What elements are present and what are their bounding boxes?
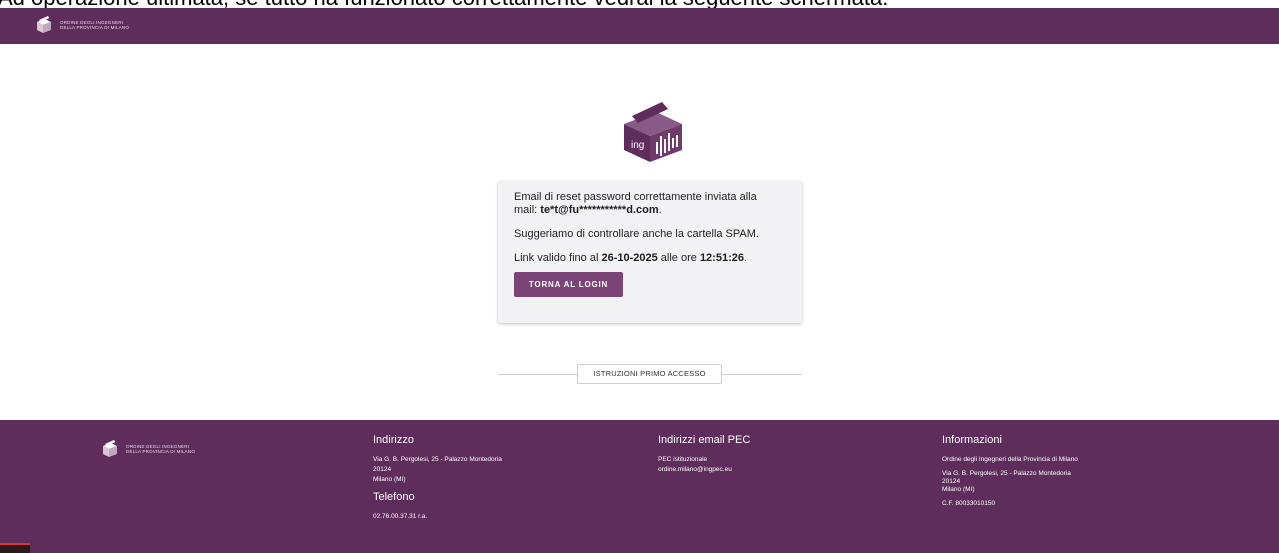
first-access-instructions-button[interactable]: ISTRUZIONI PRIMO ACCESSO — [577, 364, 722, 384]
address-street: Via G. B. Pergolesi, 25 - Palazzo Monted… — [373, 456, 502, 463]
ing-logo-icon — [37, 16, 51, 33]
footer-address-column: Indirizzo Via G. B. Pergolesi, 25 - Pala… — [373, 434, 502, 522]
info-title: Informazioni — [942, 434, 1002, 446]
address-city: Milano (MI) — [373, 476, 406, 483]
phone-title: Telefono — [373, 491, 415, 503]
footer-pec-column: Indirizzi email PEC PEC istituzionale or… — [658, 434, 750, 475]
pec-label: PEC istituzionale — [658, 456, 708, 463]
svg-text:ing: ing — [631, 140, 644, 151]
info-cap: 20124 — [942, 478, 961, 485]
valid-time: 12:51:26 — [699, 252, 744, 264]
divider-right — [722, 374, 802, 375]
ing-logo-icon — [103, 440, 117, 457]
reset-confirmation-card: Email di reset password correttamente in… — [498, 181, 802, 323]
divider-left — [498, 374, 577, 375]
taskbar-corner — [0, 543, 30, 553]
info-street: Via G. B. Pergolesi, 25 - Palazzo Monted… — [942, 470, 1071, 477]
address-title: Indirizzo — [373, 434, 414, 446]
pec-email-link[interactable]: ordine.milano@ingpec.eu — [658, 465, 750, 475]
footer-logo-text: ORDINE DEGLI INGEGNERI DELLA PROVINCIA D… — [126, 444, 196, 454]
header-logo[interactable]: ORDINE DEGLI INGEGNERI DELLA PROVINCIA D… — [34, 15, 129, 35]
spam-note: Suggeriamo di controllare anche la carte… — [514, 228, 759, 240]
back-to-login-button[interactable]: TORNA AL LOGIN — [514, 272, 623, 297]
info-city: Milano (MI) — [942, 486, 975, 493]
pec-title: Indirizzi email PEC — [658, 434, 751, 446]
address-cap: 20124 — [373, 466, 392, 473]
footer: ORDINE DEGLI INGEGNERI DELLA PROVINCIA D… — [0, 420, 1279, 553]
footer-info-column: Informazioni Ordine degli Ingegneri dell… — [942, 434, 1078, 509]
valid-date: 26-10-2025 — [601, 252, 658, 264]
masked-email: te*t@fu***********d.com — [540, 204, 659, 216]
info-cf: C.F. 80033010150 — [942, 500, 996, 507]
phone-number[interactable]: 02.76.00.37.31 r.a. — [373, 512, 502, 522]
top-header: ORDINE DEGLI INGEGNERI DELLA PROVINCIA D… — [0, 8, 1279, 44]
header-logo-text: ORDINE DEGLI INGEGNERI DELLA PROVINCIA D… — [60, 20, 130, 30]
info-org: Ordine degli Ingegneri della Provincia d… — [942, 456, 1078, 463]
ing-main-logo-icon: ing — [624, 102, 682, 162]
footer-logo[interactable]: ORDINE DEGLI INGEGNERI DELLA PROVINCIA D… — [100, 439, 195, 459]
link-validity: Link valido fino al 26-10-2025 alle ore … — [514, 252, 748, 264]
reset-message: Email di reset password correttamente in… — [514, 191, 757, 216]
